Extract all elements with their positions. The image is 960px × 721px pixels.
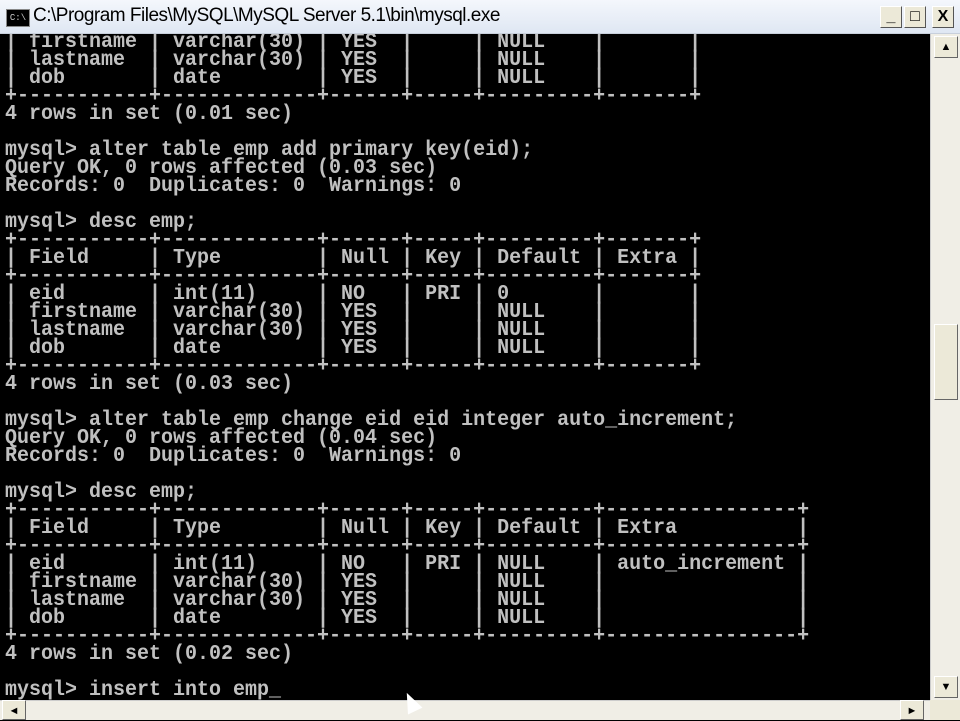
maximize-button[interactable]: □: [904, 6, 926, 28]
console-line: Records: 0 Duplicates: 0 Warnings: 0: [5, 174, 462, 199]
console-app-icon[interactable]: C:\: [6, 9, 30, 27]
scroll-down-button[interactable]: ▼: [934, 676, 958, 698]
scroll-left-button[interactable]: ◄: [2, 700, 26, 720]
close-button[interactable]: X: [932, 6, 954, 28]
scroll-right-button[interactable]: ►: [900, 700, 924, 720]
vertical-scrollbar[interactable]: ▲ ▼: [930, 34, 960, 700]
console-line: mysql> insert into emp_: [5, 678, 282, 700]
console-line: 4 rows in set (0.03 sec): [5, 372, 294, 397]
title-bar: C:\ C:\Program Files\MySQL\MySQL Server …: [0, 0, 960, 34]
horizontal-scrollbar[interactable]: ◄ ►: [0, 700, 930, 720]
console-output[interactable]: | firstname | varchar(30) | YES | | NULL…: [0, 34, 930, 700]
minimize-button[interactable]: _: [880, 6, 902, 28]
console-line: Records: 0 Duplicates: 0 Warnings: 0: [5, 444, 462, 469]
resize-grip[interactable]: [930, 700, 960, 720]
scroll-up-button[interactable]: ▲: [934, 36, 958, 58]
window-title: C:\Program Files\MySQL\MySQL Server 5.1\…: [33, 5, 500, 26]
scroll-thumb[interactable]: [934, 324, 958, 400]
console-line: 4 rows in set (0.01 sec): [5, 102, 294, 127]
console-line: 4 rows in set (0.02 sec): [5, 642, 294, 667]
